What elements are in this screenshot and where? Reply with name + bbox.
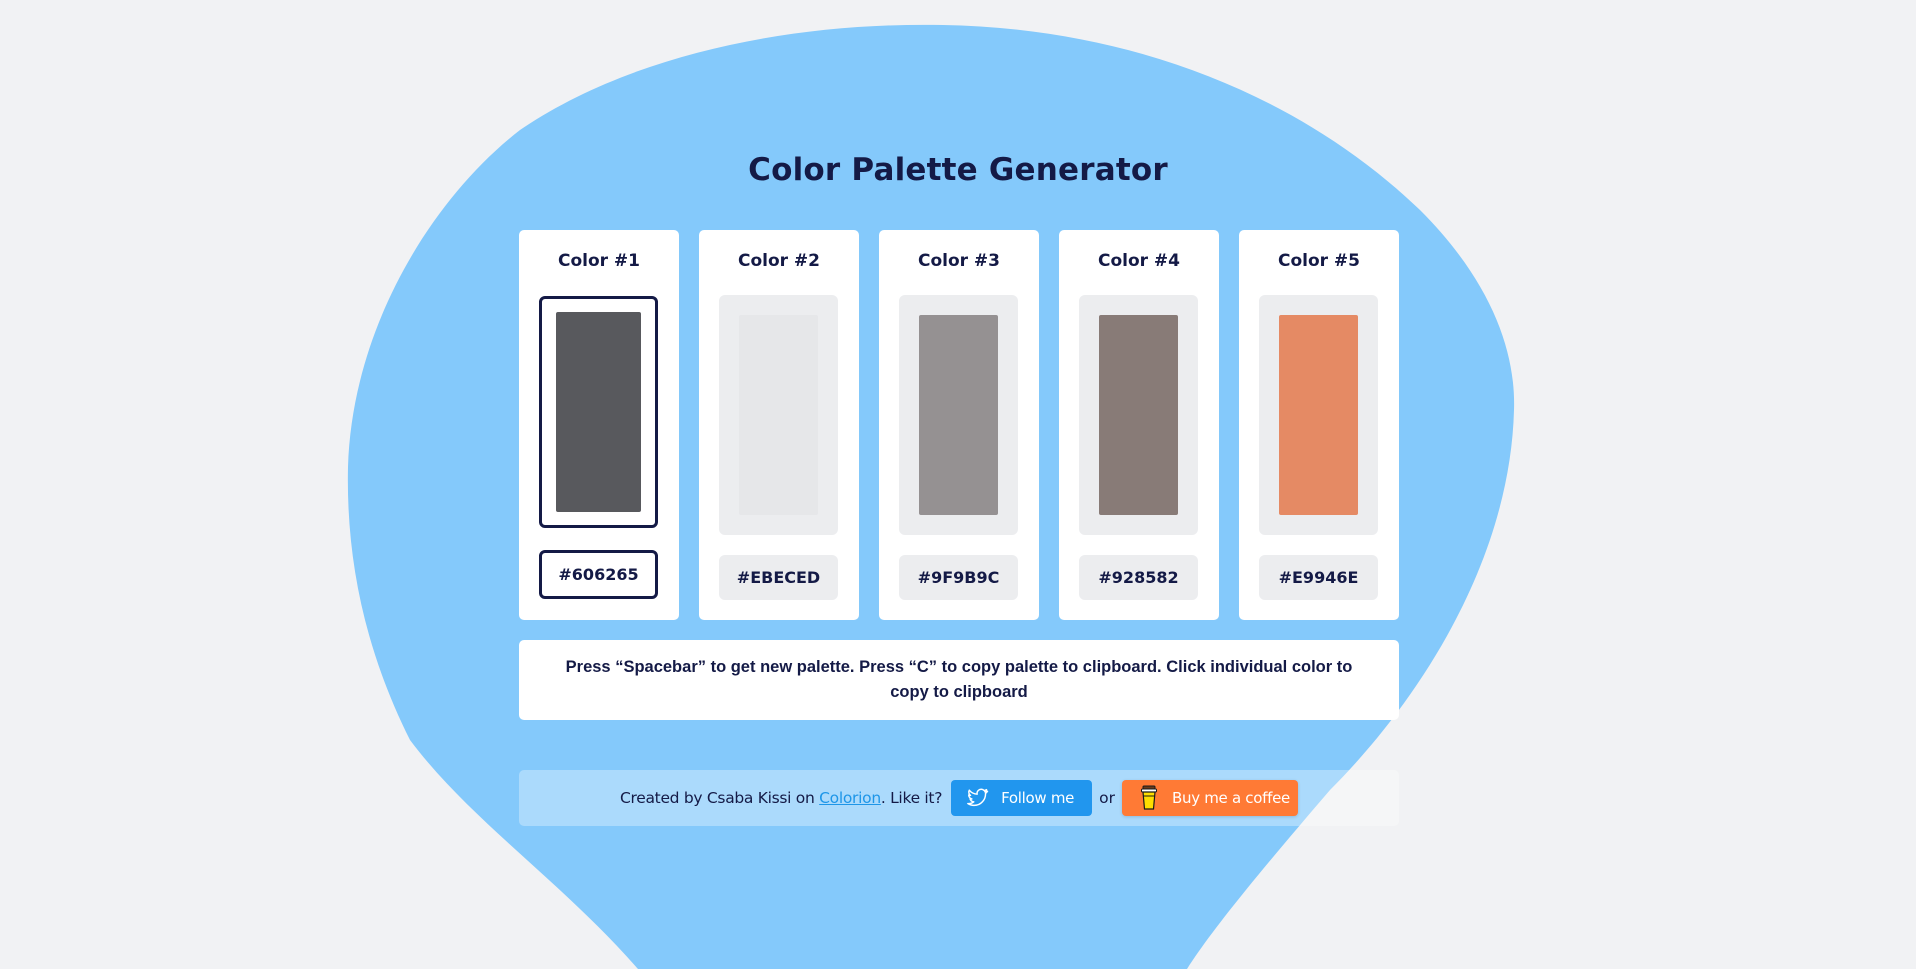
palette-cards: Color #1 #606265 Color #2 #EBECED Color … <box>519 230 1399 620</box>
color-swatch[interactable] <box>1099 315 1178 515</box>
color-card-3[interactable]: Color #3 #9F9B9C <box>879 230 1039 620</box>
hex-code-button[interactable]: #606265 <box>539 550 658 599</box>
or-text: or <box>1099 789 1115 807</box>
hex-code-button[interactable]: #9F9B9C <box>899 555 1018 600</box>
color-swatch-frame[interactable] <box>539 296 658 528</box>
color-card-2[interactable]: Color #2 #EBECED <box>699 230 859 620</box>
color-swatch-frame[interactable] <box>1079 295 1198 535</box>
hex-code-button[interactable]: #EBECED <box>719 555 838 600</box>
color-swatch[interactable] <box>556 312 641 512</box>
hex-code-button[interactable]: #E9946E <box>1259 555 1378 600</box>
color-swatch-frame[interactable] <box>719 295 838 535</box>
color-card-label: Color #1 <box>557 251 641 271</box>
footer-bar: Created by Csaba Kissi on Colorion. Like… <box>519 770 1399 826</box>
follow-me-button[interactable]: Follow me <box>951 780 1093 816</box>
color-card-label: Color #4 <box>1097 251 1181 271</box>
credit-prefix: Created by Csaba Kissi on <box>619 789 820 807</box>
color-card-1[interactable]: Color #1 #606265 <box>519 230 679 620</box>
color-card-label: Color #3 <box>917 251 1001 271</box>
instructions-text: Press “Spacebar” to get new palette. Pre… <box>565 658 1353 701</box>
hex-code-button[interactable]: #928582 <box>1079 555 1198 600</box>
page-title: Color Palette Generator <box>748 152 1168 188</box>
color-swatch[interactable] <box>739 315 818 515</box>
buy-me-a-coffee-label: Buy me a coffee <box>1172 789 1290 807</box>
color-card-label: Color #5 <box>1277 251 1361 271</box>
color-swatch[interactable] <box>919 315 998 515</box>
color-card-4[interactable]: Color #4 #928582 <box>1059 230 1219 620</box>
color-swatch-frame[interactable] <box>899 295 1018 535</box>
color-card-5[interactable]: Color #5 #E9946E <box>1239 230 1399 620</box>
credit-suffix: . Like it? <box>880 789 943 807</box>
credit-text: Created by Csaba Kissi on Colorion. Like… <box>620 789 942 807</box>
color-card-label: Color #2 <box>737 251 821 271</box>
buy-me-a-coffee-button[interactable]: Buy me a coffee <box>1122 780 1298 816</box>
color-swatch[interactable] <box>1279 315 1358 515</box>
colorion-link[interactable]: Colorion <box>819 789 881 807</box>
color-swatch-frame[interactable] <box>1259 295 1378 535</box>
instructions-panel: Press “Spacebar” to get new palette. Pre… <box>519 640 1399 720</box>
twitter-bird-icon <box>967 788 989 807</box>
follow-me-label: Follow me <box>1001 789 1075 807</box>
coffee-cup-icon <box>1141 785 1157 810</box>
